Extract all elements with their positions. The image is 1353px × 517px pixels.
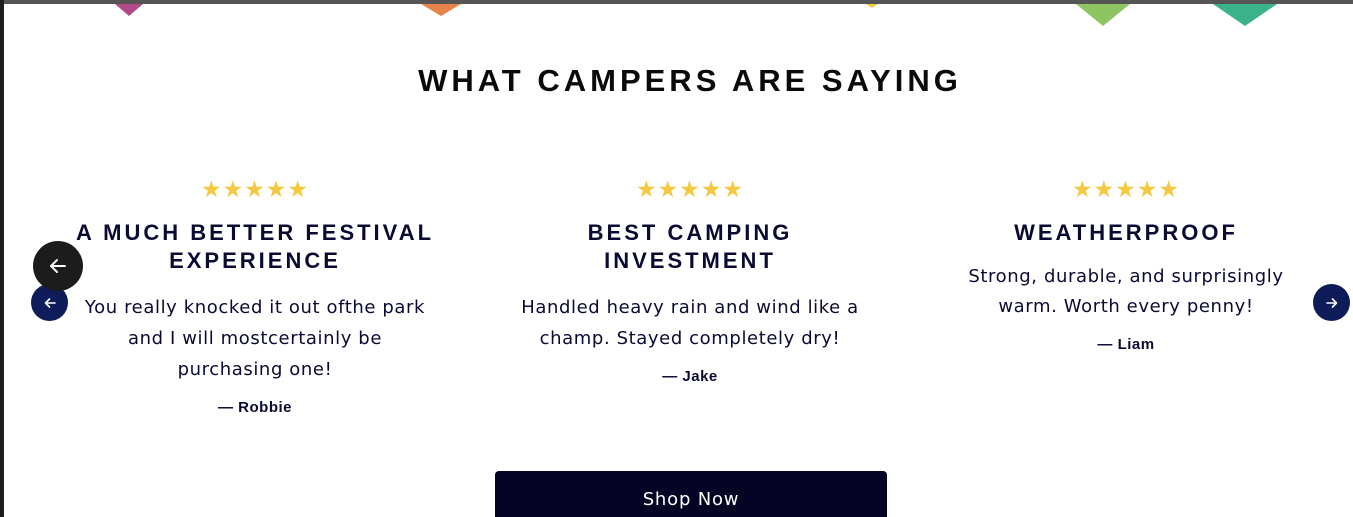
carousel-next-button[interactable] bbox=[1313, 284, 1350, 321]
pennant-flag-teal bbox=[1213, 4, 1277, 26]
testimonial-author: — Jake bbox=[662, 368, 718, 385]
testimonial-text: Handled heavy rain and wind like a champ… bbox=[521, 297, 859, 349]
shop-now-button[interactable]: Shop Now bbox=[495, 471, 887, 517]
testimonial-author: — Robbie bbox=[218, 399, 292, 416]
window-top-border bbox=[0, 0, 1353, 4]
arrow-right-icon bbox=[1325, 297, 1337, 308]
testimonial-card: ★★★★★ A MUCH BETTER FESTIVAL EXPERIENCE … bbox=[65, 175, 445, 416]
testimonial-title: BEST CAMPING INVESTMENT bbox=[587, 220, 793, 273]
pennant-flag-lightgreen bbox=[1076, 4, 1130, 26]
star-rating-icon: ★★★★★ bbox=[200, 177, 310, 203]
testimonial-text: You really knocked it out ofthe park and… bbox=[84, 297, 426, 380]
star-rating-icon: ★★★★★ bbox=[1071, 177, 1181, 203]
section-heading: WHAT CAMPERS ARE SAYING bbox=[418, 63, 962, 98]
testimonial-title: A MUCH BETTER FESTIVAL EXPERIENCE bbox=[75, 220, 435, 273]
pennant-flag-yellow bbox=[866, 4, 878, 8]
testimonial-card: ★★★★★ WEATHERPROOF Strong, durable, and … bbox=[936, 175, 1316, 353]
arrow-left-icon bbox=[44, 297, 56, 308]
arrow-left-icon bbox=[50, 259, 66, 273]
testimonial-text: Strong, durable, and surprisingly warm. … bbox=[968, 266, 1284, 317]
testimonials-section: WHAT CAMPERS ARE SAYING ★★★★★ A MUCH BET… bbox=[0, 0, 1353, 517]
back-navigation-button[interactable] bbox=[33, 241, 83, 291]
testimonial-card: ★★★★★ BEST CAMPING INVESTMENT Handled he… bbox=[500, 175, 880, 385]
pennant-flag-magenta bbox=[115, 4, 143, 16]
pennant-flag-orange bbox=[421, 4, 461, 16]
star-rating-icon: ★★★★★ bbox=[635, 177, 745, 203]
testimonial-author: — Liam bbox=[1097, 336, 1155, 353]
testimonial-title: WEATHERPROOF bbox=[1014, 220, 1238, 245]
